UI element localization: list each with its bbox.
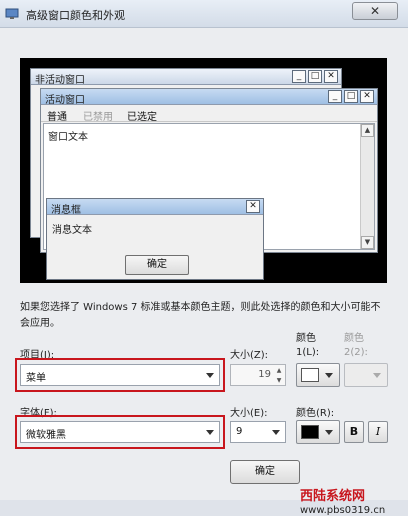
message-box-title: 消息框 bbox=[51, 205, 81, 216]
size2-select[interactable]: 9 bbox=[230, 421, 286, 443]
display-settings-icon bbox=[5, 8, 19, 19]
preview-ok-button[interactable]: 确定 bbox=[125, 255, 189, 275]
italic-button[interactable]: I bbox=[368, 421, 388, 443]
highlight-box bbox=[15, 415, 225, 449]
window-title: 高级窗口颜色和外观 bbox=[26, 9, 125, 22]
minimize-icon: _ bbox=[292, 70, 306, 83]
font-color-swatch bbox=[301, 425, 319, 439]
spin-up-icon[interactable]: ▲ bbox=[274, 366, 284, 375]
minimize-icon: _ bbox=[328, 90, 342, 103]
menu-item-disabled[interactable]: 已禁用 bbox=[83, 108, 113, 123]
scroll-down-icon[interactable]: ▼ bbox=[361, 236, 374, 249]
dialog-client: 非活动窗口 _ □ ✕ 活动窗口 _ □ ✕ 普通 已禁用 已选定 窗口文本 ▲… bbox=[0, 28, 408, 516]
inactive-window-titlebar[interactable]: 非活动窗口 _ □ ✕ bbox=[31, 69, 341, 86]
color1-button[interactable] bbox=[296, 363, 340, 387]
scrollbar[interactable]: ▲ ▼ bbox=[360, 124, 374, 249]
font-color-button[interactable] bbox=[296, 420, 340, 444]
message-box[interactable]: 消息框 ✕ 消息文本 确定 bbox=[46, 198, 264, 280]
size1-label: 大小(Z): bbox=[230, 350, 269, 361]
size1-value: 19 bbox=[258, 369, 271, 380]
chevron-down-icon bbox=[325, 430, 333, 435]
preview-menubar[interactable]: 普通 已禁用 已选定 bbox=[41, 105, 377, 123]
watermark-brand: 西陆系统网 bbox=[300, 489, 366, 504]
bold-button[interactable]: B bbox=[344, 421, 364, 443]
size2-label: 大小(E): bbox=[230, 408, 268, 419]
menu-item-selected[interactable]: 已选定 bbox=[127, 108, 157, 123]
spin-down-icon[interactable]: ▼ bbox=[274, 376, 284, 385]
size2-value: 9 bbox=[236, 426, 243, 437]
close-icon: ✕ bbox=[246, 200, 260, 213]
menu-item-normal[interactable]: 普通 bbox=[47, 108, 67, 123]
font-color-label: 颜色(R): bbox=[296, 408, 335, 419]
message-text: 消息文本 bbox=[52, 225, 92, 236]
window-text: 窗口文本 bbox=[48, 132, 88, 143]
color2-label: 颜色 2(2): bbox=[344, 333, 368, 358]
chevron-down-icon bbox=[325, 373, 333, 378]
maximize-icon: □ bbox=[344, 90, 358, 103]
highlight-box bbox=[15, 358, 225, 392]
active-window-titlebar[interactable]: 活动窗口 _ □ ✕ bbox=[41, 89, 377, 106]
close-icon: ✕ bbox=[324, 70, 338, 83]
title-bar: 高级窗口颜色和外观 ✕ bbox=[0, 0, 408, 28]
chevron-down-icon bbox=[272, 430, 280, 435]
active-window-title: 活动窗口 bbox=[45, 95, 85, 106]
size1-spinner[interactable]: 19 ▲ ▼ bbox=[230, 364, 286, 386]
color1-label: 颜色 1(L): bbox=[296, 333, 320, 358]
close-button[interactable]: ✕ bbox=[352, 2, 398, 20]
color2-button[interactable] bbox=[344, 363, 388, 387]
message-box-titlebar[interactable]: 消息框 ✕ bbox=[47, 199, 263, 216]
inactive-window-title: 非活动窗口 bbox=[35, 75, 85, 86]
maximize-icon: □ bbox=[308, 70, 322, 83]
chevron-down-icon bbox=[373, 373, 381, 378]
preview-area[interactable]: 非活动窗口 _ □ ✕ 活动窗口 _ □ ✕ 普通 已禁用 已选定 窗口文本 ▲… bbox=[20, 58, 387, 283]
watermark-url: www.pbs0319.cn bbox=[300, 505, 386, 516]
theme-note: 如果您选择了 Windows 7 标准或基本颜色主题，则此处选择的颜色和大小可能… bbox=[20, 302, 381, 329]
close-icon: ✕ bbox=[360, 90, 374, 103]
ok-button[interactable]: 确定 bbox=[230, 460, 300, 484]
scroll-up-icon[interactable]: ▲ bbox=[361, 124, 374, 137]
color1-swatch bbox=[301, 368, 319, 382]
